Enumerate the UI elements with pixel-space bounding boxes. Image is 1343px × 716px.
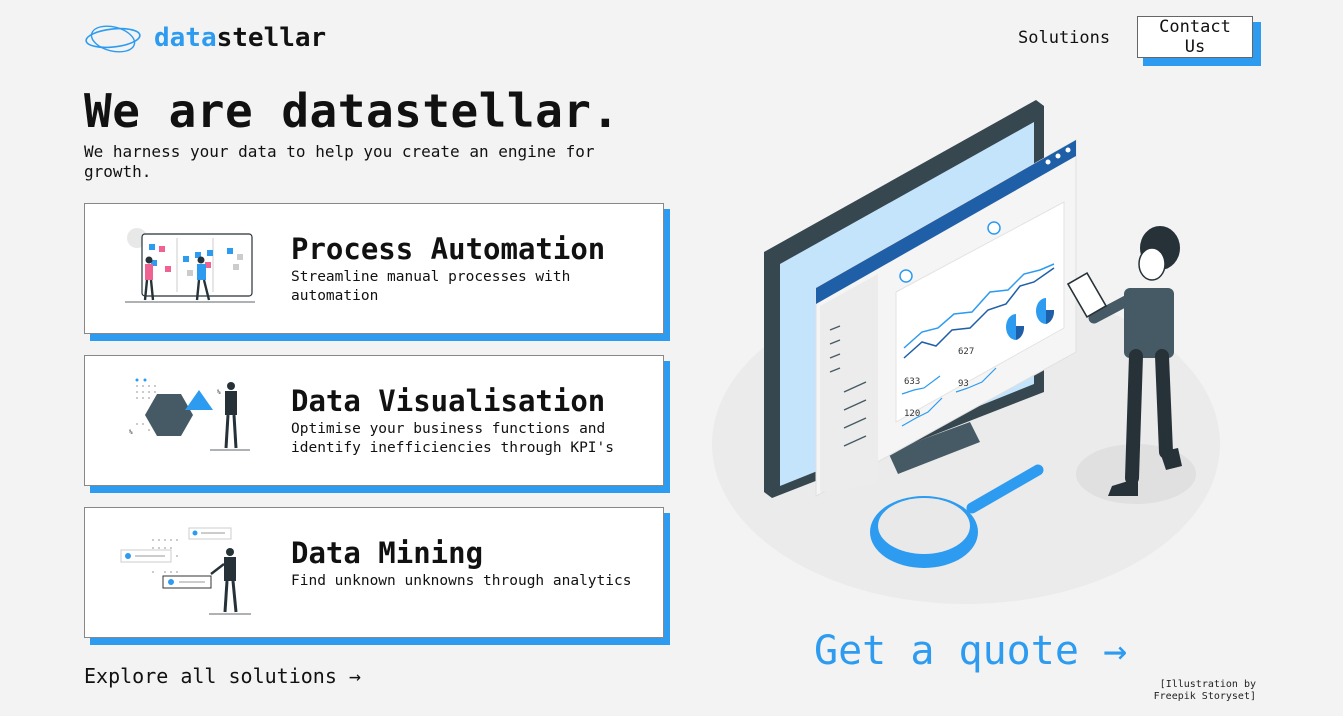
service-title: Data Visualisation [291,384,606,418]
hexagon-chart-illustration: % % [129,378,250,451]
service-description: Optimise your business functions and ide… [291,421,615,456]
logo[interactable]: datastellar [84,22,326,54]
explore-solutions-link[interactable]: Explore all solutions → [84,664,361,688]
dashboard-stat: 93 [958,379,969,389]
illustration-credit: [Illustration by Freepik Storyset] [1153,679,1256,702]
logo-text: datastellar [154,23,327,53]
service-card-data-visualisation[interactable]: % % Data Visualisation Optimise your bus… [84,355,664,486]
data-points-illustration [120,527,251,615]
nav-solutions-link[interactable]: Solutions [1018,28,1110,48]
svg-text:%: % [217,389,221,396]
contact-us-button[interactable]: Contact Us [1137,16,1253,58]
dashboard-stat: 633 [904,377,920,387]
orbit-logo-icon [85,25,141,53]
contact-button-wrapper: Contact Us [1137,16,1261,66]
service-card-data-visualisation-wrapper: % % Data Visualisation Optimise your bus… [84,355,670,493]
service-card-data-mining[interactable]: Data Mining Find unknown unknowns throug… [84,507,664,638]
service-card-data-mining-wrapper: Data Mining Find unknown unknowns throug… [84,507,670,645]
service-description: Find unknown unknowns through analytics [291,573,632,589]
service-description: Streamline manual processes with automat… [291,269,571,304]
analytics-dashboard-illustration: 627 633 93 120 [712,100,1220,604]
page-subtitle: We harness your data to help you create … [84,142,595,181]
dashboard-stat: 627 [958,347,974,357]
svg-text:%: % [129,429,133,436]
kanban-board-illustration [125,228,255,303]
service-title: Data Mining [291,536,484,570]
service-title: Process Automation [291,232,606,266]
get-a-quote-link[interactable]: Get a quote → [814,628,1127,674]
page-title: We are datastellar. [84,84,620,138]
service-card-process-automation[interactable]: Process Automation Streamline manual pro… [84,203,664,334]
service-card-process-automation-wrapper: Process Automation Streamline manual pro… [84,203,670,341]
